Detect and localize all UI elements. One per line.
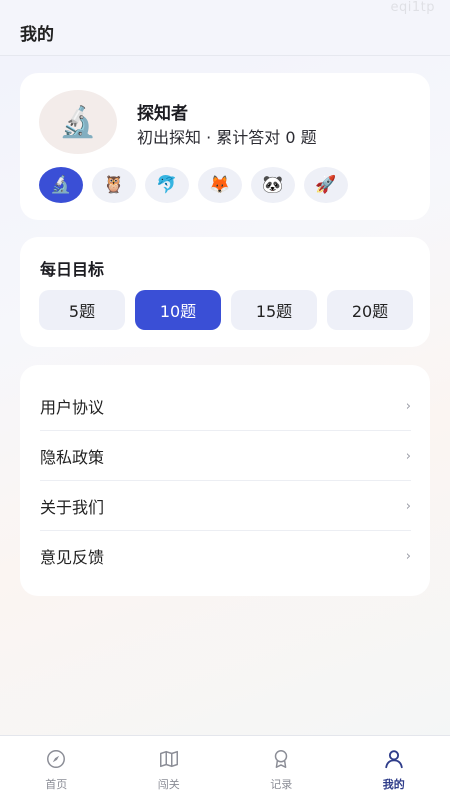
user-progress: 初出探知 · 累计答对 0 题: [137, 128, 317, 147]
avatar-option-fox[interactable]: 🦊: [198, 167, 242, 203]
profile-card: 🔬 探知者 初出探知 · 累计答对 0 题 🔬 🦉 🐬 🦊 🐼 🚀: [20, 73, 430, 220]
chevron-right-icon: ›: [405, 548, 411, 564]
menu-item-user-agreement[interactable]: 用户协议 ›: [40, 381, 411, 431]
page-title: 我的: [20, 25, 54, 45]
chevron-right-icon: ›: [405, 448, 411, 464]
avatar-option-dolphin[interactable]: 🐬: [145, 167, 189, 203]
tab-home[interactable]: 首页: [0, 736, 113, 800]
menu-item-label: 意见反馈: [40, 548, 105, 567]
fox-icon: 🦊: [209, 175, 231, 195]
medal-icon: [275, 750, 288, 768]
goal-option-15[interactable]: 15题: [231, 290, 317, 330]
menu-item-label: 用户协议: [40, 398, 105, 417]
avatar-option-owl[interactable]: 🦉: [92, 167, 136, 203]
goal-option-5[interactable]: 5题: [39, 290, 125, 330]
microscope-icon: 🔬: [50, 175, 72, 195]
menu-item-label: 隐私政策: [40, 448, 105, 467]
map-icon: [159, 750, 178, 768]
user-icon: [385, 750, 403, 769]
avatar-option-microscope[interactable]: 🔬: [39, 167, 83, 203]
menu-item-privacy-policy[interactable]: 隐私政策 ›: [40, 431, 411, 481]
user-name: 探知者: [137, 104, 188, 124]
goal-option-20[interactable]: 20题: [327, 290, 413, 330]
daily-goal-card: 每日目标 5题 10题 15题 20题: [20, 237, 430, 347]
avatar-option-panda[interactable]: 🐼: [251, 167, 295, 203]
menu-item-label: 关于我们: [40, 498, 105, 517]
avatar[interactable]: 🔬: [39, 90, 117, 154]
chevron-right-icon: ›: [405, 398, 411, 414]
tab-label: 闯关: [157, 778, 180, 791]
menu-item-about-us[interactable]: 关于我们 ›: [40, 481, 411, 531]
menu-item-feedback[interactable]: 意见反馈 ›: [40, 531, 411, 581]
tab-label: 记录: [270, 778, 293, 791]
compass-icon: [47, 750, 66, 768]
avatar-option-rocket[interactable]: 🚀: [304, 167, 348, 203]
dolphin-icon: 🐬: [156, 175, 178, 195]
rocket-icon: 🚀: [315, 175, 337, 195]
tab-label: 首页: [45, 778, 68, 791]
microscope-icon: 🔬: [59, 104, 97, 140]
avatar-picker: 🔬 🦉 🐬 🦊 🐼 🚀: [39, 167, 348, 203]
header: 我的: [0, 0, 450, 56]
tab-mine[interactable]: 我的: [338, 736, 450, 800]
tab-challenge[interactable]: 闯关: [113, 736, 226, 800]
bottom-tab-bar: 首页 闯关 记录 我的: [0, 735, 450, 800]
panda-icon: 🐼: [262, 175, 284, 195]
owl-icon: 🦉: [103, 175, 125, 195]
chevron-right-icon: ›: [405, 498, 411, 514]
tab-records[interactable]: 记录: [225, 736, 338, 800]
goal-option-10[interactable]: 10题: [135, 290, 221, 330]
tab-label: 我的: [382, 778, 405, 791]
daily-goal-options: 5题 10题 15题 20题: [39, 290, 413, 330]
settings-menu-card: 用户协议 › 隐私政策 › 关于我们 › 意见反馈 ›: [20, 365, 430, 596]
daily-goal-title: 每日目标: [40, 260, 105, 279]
